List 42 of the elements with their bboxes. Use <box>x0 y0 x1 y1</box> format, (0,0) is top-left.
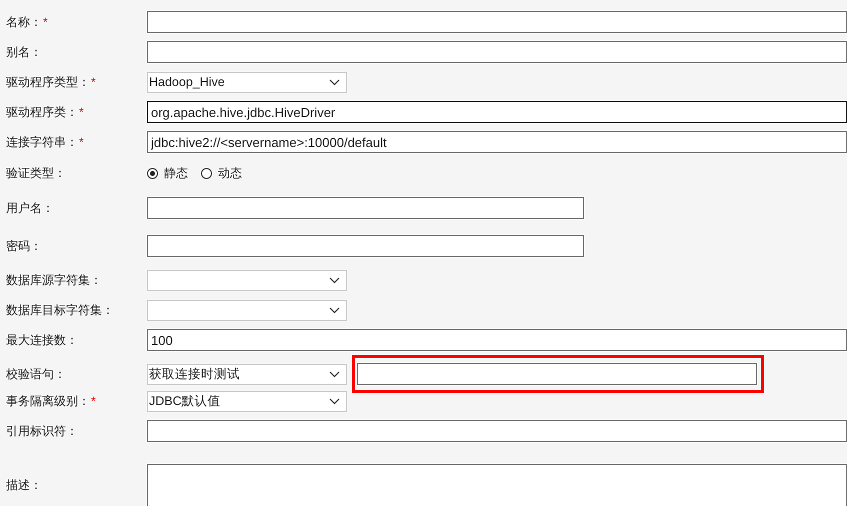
field-label: 描述： <box>6 476 42 494</box>
text-field[interactable] <box>147 235 584 257</box>
field-label: 别名： <box>6 44 42 60</box>
field-label: 连接字符串： <box>6 134 78 150</box>
required-mark: * <box>43 15 48 29</box>
required-mark: * <box>91 75 96 89</box>
field-label: 验证类型： <box>6 164 66 182</box>
field-label: 数据库源字符集： <box>6 272 102 288</box>
text-field[interactable]: org.apache.hive.jdbc.HiveDriver <box>147 101 847 123</box>
text-field[interactable] <box>147 41 847 63</box>
radio-label: 动态 <box>218 164 242 182</box>
dropdown[interactable]: JDBC默认值 <box>147 390 347 412</box>
radio-button[interactable] <box>201 168 212 178</box>
text-field[interactable] <box>147 420 847 442</box>
chevron-down-icon <box>329 78 340 86</box>
radio-button[interactable] <box>147 168 158 178</box>
field-label: 密码： <box>6 238 42 254</box>
text-field[interactable] <box>357 363 757 385</box>
field-label: 事务隔离级别： <box>6 392 90 410</box>
field-label: 引用标识符： <box>6 422 78 440</box>
field-label: 名称： <box>6 14 42 30</box>
text-area[interactable] <box>147 464 847 506</box>
radio-label: 静态 <box>164 164 188 182</box>
text-field[interactable]: jdbc:hive2://<servername>:10000/default <box>147 131 847 153</box>
text-field[interactable]: 100 <box>147 329 847 351</box>
required-mark: * <box>79 105 84 119</box>
field-label: 驱动程序类型： <box>6 74 90 90</box>
dropdown[interactable]: 获取连接时测试 <box>147 364 347 384</box>
dropdown[interactable]: Hadoop_Hive <box>147 72 347 92</box>
field-label: 最大连接数： <box>6 332 78 348</box>
chevron-down-icon <box>329 370 340 378</box>
field-label: 校验语句： <box>6 366 66 382</box>
field-label: 驱动程序类： <box>6 104 78 120</box>
chevron-down-icon <box>329 398 340 404</box>
chevron-down-icon <box>329 276 340 284</box>
text-field[interactable] <box>147 11 847 33</box>
text-field[interactable] <box>147 197 584 219</box>
required-mark: * <box>79 135 84 149</box>
chevron-down-icon <box>329 306 340 314</box>
field-label: 用户名： <box>6 200 54 216</box>
field-label: 数据库目标字符集： <box>6 302 114 318</box>
required-mark: * <box>91 394 96 408</box>
